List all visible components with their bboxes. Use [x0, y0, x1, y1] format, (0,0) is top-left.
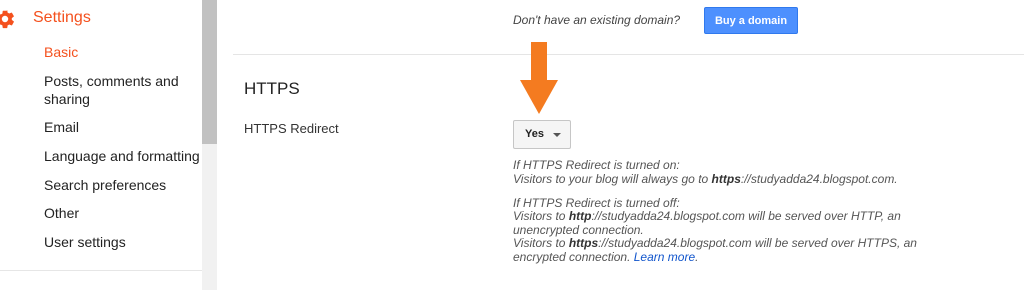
sidebar-item-user-settings[interactable]: User settings: [44, 233, 194, 251]
help-on-line: Visitors to your blog will always go to …: [513, 172, 898, 186]
help-on-heading: If HTTPS Redirect is turned on:: [513, 158, 680, 172]
section-title: HTTPS: [244, 79, 300, 98]
scrollbar-thumb[interactable]: [202, 0, 217, 144]
sidebar-item-language-formatting[interactable]: Language and formatting: [44, 147, 204, 165]
sidebar-item-email[interactable]: Email: [44, 118, 194, 136]
domain-prompt: Don't have an existing domain?: [513, 13, 681, 27]
chevron-down-icon: [553, 133, 561, 137]
https-redirect-label: HTTPS Redirect: [244, 121, 339, 136]
learn-more-link[interactable]: Learn more: [634, 250, 695, 264]
settings-sidebar: Settings Basic Posts, comments and shari…: [0, 0, 202, 290]
sidebar-item-search-preferences[interactable]: Search preferences: [44, 176, 194, 194]
gear-icon: [0, 10, 14, 29]
settings-title[interactable]: Settings: [33, 9, 91, 27]
section-divider: [233, 54, 1024, 55]
arrow-down-icon: [520, 42, 558, 114]
help-off-line-1: Visitors to http://studyadda24.blogspot.…: [513, 209, 901, 223]
sidebar-divider: [0, 270, 202, 271]
help-off-line-3: Visitors to https://studyadda24.blogspot…: [513, 236, 917, 250]
buy-domain-button[interactable]: Buy a domain: [704, 7, 798, 34]
sidebar-item-other[interactable]: Other: [44, 204, 194, 222]
https-redirect-select[interactable]: Yes: [513, 120, 571, 149]
sidebar-item-basic[interactable]: Basic: [44, 43, 194, 61]
help-off-line-4: encrypted connection. Learn more.: [513, 250, 699, 264]
sidebar-item-posts-comments-sharing[interactable]: Posts, comments and sharing: [44, 72, 194, 108]
https-redirect-value: Yes: [525, 128, 544, 140]
